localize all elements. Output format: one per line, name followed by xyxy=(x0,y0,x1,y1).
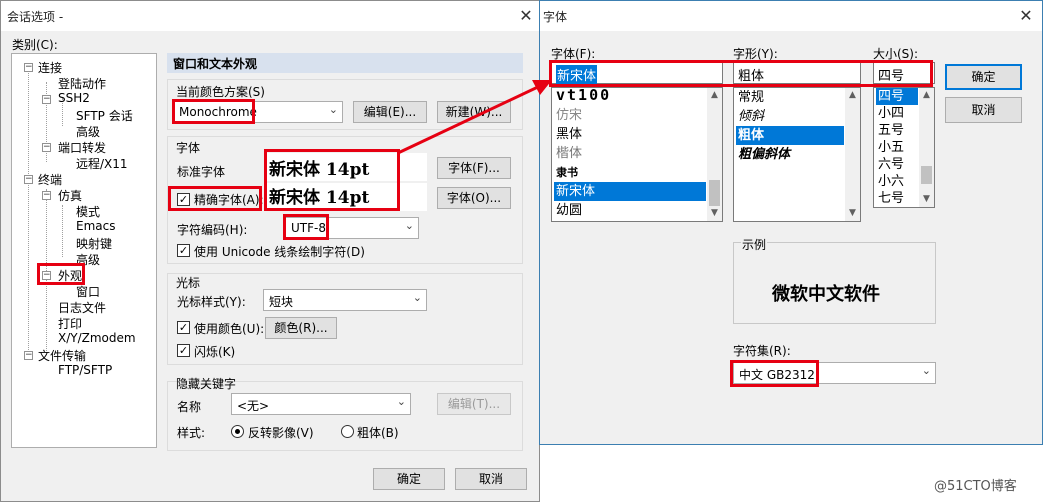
watermark: @51CTO博客 xyxy=(934,479,1017,494)
annotation-arrow xyxy=(397,80,552,155)
